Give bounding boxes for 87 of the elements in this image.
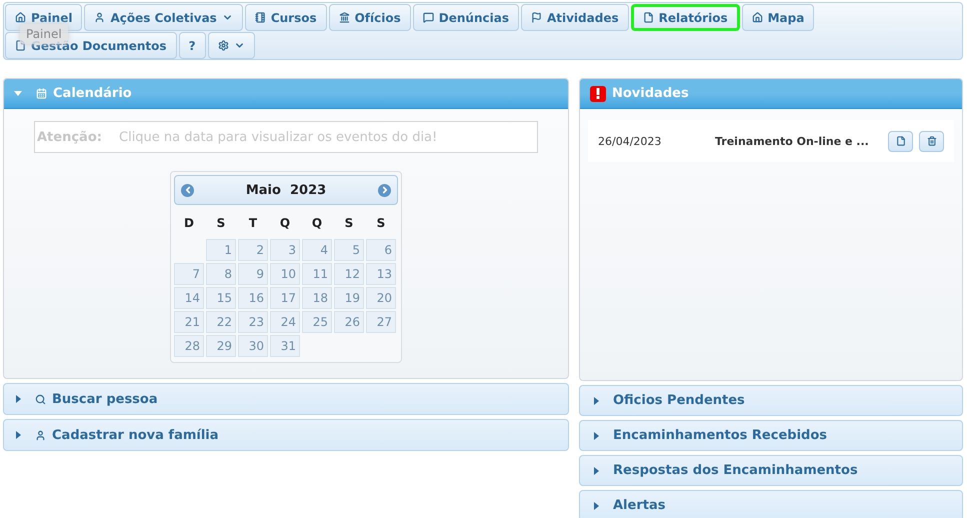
panel-title: Novidades <box>612 86 689 101</box>
view-button[interactable] <box>888 130 913 152</box>
accordion-header[interactable]: Encaminhamentos Recebidos <box>579 420 963 451</box>
section-title: Encaminhamentos Recebidos <box>613 428 828 443</box>
day-cell[interactable]: 6 <box>366 239 396 261</box>
menu-button[interactable]: ? <box>178 32 206 59</box>
day-cell[interactable]: 21 <box>174 311 204 333</box>
day-cell[interactable]: 28 <box>174 335 204 357</box>
file-icon <box>896 136 906 146</box>
section-title: Buscar pessoa <box>52 392 158 406</box>
search-icon <box>35 394 46 404</box>
day-cell[interactable]: 10 <box>270 263 300 285</box>
day-cell[interactable]: 2 <box>238 239 268 261</box>
accordion-header[interactable]: Cadastrar nova família <box>3 419 569 451</box>
section-title: Respostas dos Encaminhamentos <box>613 463 858 478</box>
day-cell[interactable]: 30 <box>238 335 268 357</box>
day-cell[interactable]: 16 <box>238 287 268 309</box>
bank-icon <box>338 12 350 23</box>
accordion-header[interactable]: Alertas <box>579 490 963 518</box>
menu-button[interactable]: Atividades <box>520 4 629 31</box>
day-cell[interactable]: 27 <box>366 311 396 333</box>
day-cell[interactable]: 26 <box>334 311 364 333</box>
day-cell[interactable]: 3 <box>270 239 300 261</box>
file-icon <box>642 12 654 23</box>
day-cell[interactable]: 5 <box>334 239 364 261</box>
panel-title: Calendário <box>53 86 132 101</box>
chat-icon <box>422 12 434 23</box>
menu-button[interactable]: Cursos <box>244 4 327 31</box>
user-icon <box>35 430 46 440</box>
news-title: Treinamento On-line e ... <box>715 134 870 148</box>
day-cell[interactable]: 7 <box>174 263 204 285</box>
weekday-label: S <box>216 215 226 232</box>
next-icon[interactable] <box>378 184 391 196</box>
day-cell[interactable]: 14 <box>174 287 204 309</box>
menu-button[interactable] <box>208 32 255 59</box>
day-cell[interactable]: 4 <box>302 239 332 261</box>
day-cell[interactable]: 18 <box>302 287 332 309</box>
section-title: Alertas <box>613 498 666 513</box>
previous-icon[interactable] <box>181 184 194 196</box>
news-date: 26/04/2023 <box>598 134 662 148</box>
panel-header[interactable]: Calendário <box>4 79 568 109</box>
day-cell[interactable]: 29 <box>206 335 236 357</box>
accordion-header[interactable]: Buscar pessoa <box>3 383 569 415</box>
day-cell[interactable]: 15 <box>206 287 236 309</box>
menu-button[interactable]: Ofícios <box>328 4 411 31</box>
day-cell[interactable]: 24 <box>270 311 300 333</box>
accordion-header[interactable]: Respostas dos Encaminhamentos <box>579 455 963 486</box>
delete-button[interactable] <box>919 130 944 152</box>
notice-text: Clique na data para visualizar os eventos do dia! <box>119 130 438 144</box>
calendar-icon <box>36 88 47 99</box>
day-cell[interactable]: 12 <box>334 263 364 285</box>
section-title: Oficios Pendentes <box>613 393 745 408</box>
flag-icon <box>530 12 542 23</box>
day-cell[interactable]: 13 <box>366 263 396 285</box>
notice-label: Atenção: <box>36 130 103 144</box>
menu-button[interactable]: Relatórios <box>630 4 740 31</box>
alert-icon <box>590 86 606 102</box>
day-cell[interactable]: 25 <box>302 311 332 333</box>
weekday-label: Q <box>310 215 324 232</box>
home-icon <box>15 12 26 23</box>
day-cell[interactable]: 19 <box>334 287 364 309</box>
day-cell[interactable]: 9 <box>238 263 268 285</box>
section-title: Cadastrar nova família <box>52 428 219 442</box>
trash-icon <box>926 136 936 146</box>
day-cell[interactable]: 31 <box>270 335 300 357</box>
month-title: Maio 2023 <box>246 182 326 198</box>
menu-button[interactable]: Denúncias <box>412 4 519 31</box>
day-cell[interactable]: 23 <box>238 311 268 333</box>
day-cell[interactable]: 1 <box>206 239 236 261</box>
home-icon <box>752 12 763 23</box>
accordion-header[interactable]: Oficios Pendentes <box>579 385 963 416</box>
weekday-label: S <box>376 215 386 232</box>
book-icon <box>254 12 266 23</box>
user-icon <box>94 12 106 23</box>
weekday-label: T <box>248 215 258 232</box>
day-cell[interactable]: 22 <box>206 311 236 333</box>
weekday-label: S <box>344 215 354 232</box>
tooltip: Painel <box>20 24 68 44</box>
gear-icon <box>218 40 229 51</box>
menu-button[interactable]: Ações Coletivas <box>84 4 243 31</box>
day-cell[interactable]: 11 <box>302 263 332 285</box>
day-cell[interactable]: 20 <box>366 287 396 309</box>
day-cell[interactable]: 17 <box>270 287 300 309</box>
menu-button[interactable]: Mapa <box>742 4 814 31</box>
day-cell[interactable]: 8 <box>206 263 236 285</box>
weekday-label: D <box>183 215 195 232</box>
weekday-label: Q <box>278 215 292 232</box>
